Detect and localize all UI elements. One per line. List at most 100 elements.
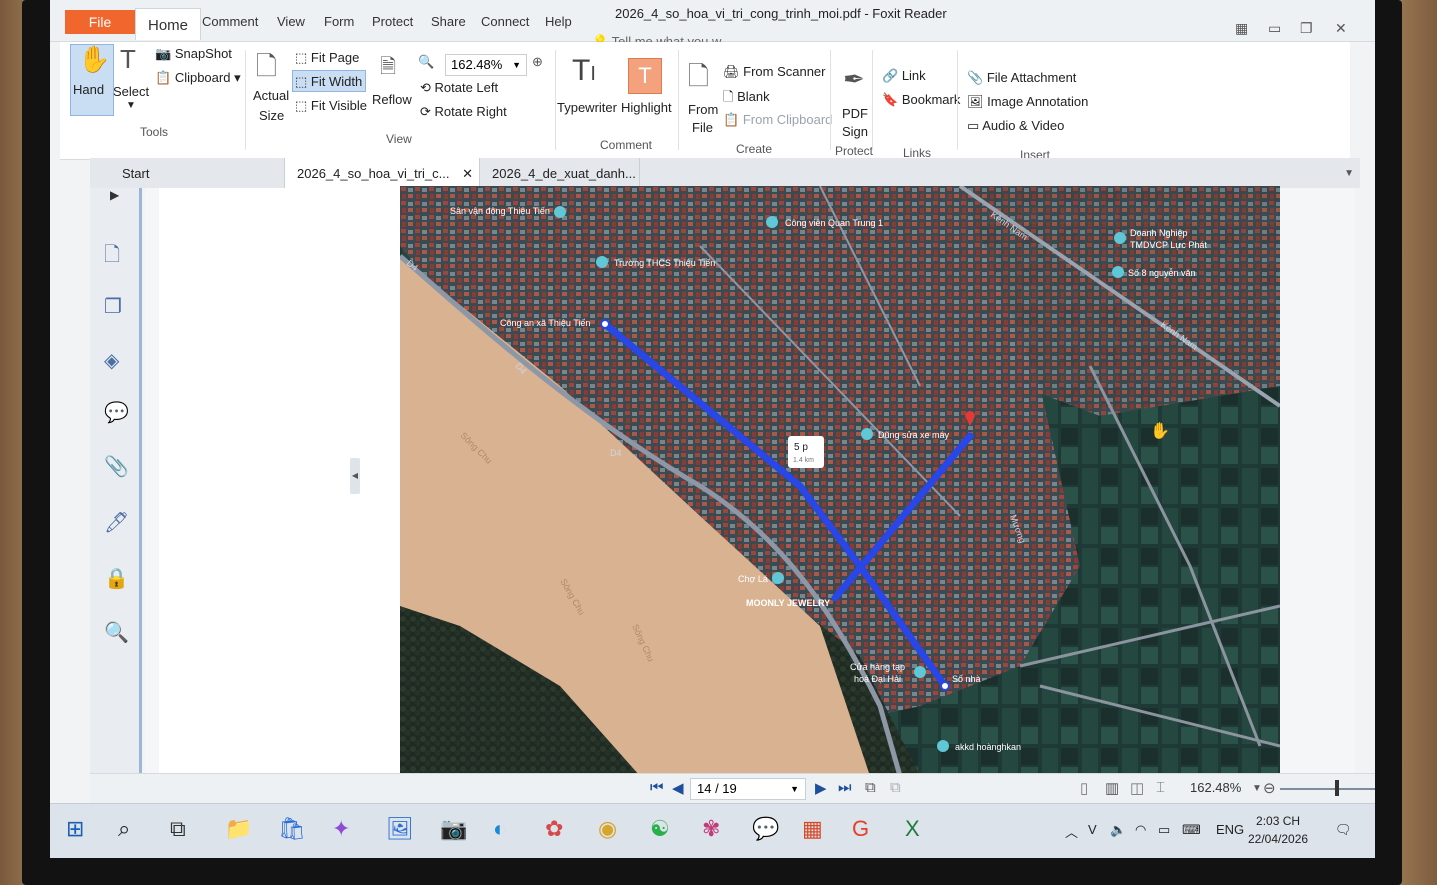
tab-protect[interactable]: Protect (372, 14, 413, 29)
snapshot-button[interactable]: 📷 SnapShot (155, 46, 232, 62)
notification-center-icon[interactable]: 🗨 (1335, 822, 1352, 838)
copilot-icon[interactable]: ✦ (332, 816, 350, 842)
battery-icon[interactable]: ▭ (1158, 822, 1170, 838)
comments-icon[interactable]: 💬 (104, 400, 129, 425)
last-page-icon[interactable]: ⏭ (838, 779, 852, 796)
keyboard-icon[interactable]: ⌨ (1182, 822, 1201, 838)
minimize-icon[interactable]: ▭ (1268, 20, 1281, 37)
from-file-button[interactable]: From (688, 102, 718, 117)
next-view-icon[interactable]: ⧉ (890, 779, 901, 796)
foxit-reader-icon[interactable]: G (852, 816, 869, 842)
doc-tab-second[interactable]: 2026_4_de_xuat_danh... (480, 158, 640, 188)
pdf-sign-button[interactable]: PDF (842, 106, 868, 121)
tab-share[interactable]: Share (431, 14, 466, 29)
close-window-icon[interactable]: ✕ (1335, 20, 1347, 37)
doc-tab-start[interactable]: Start (110, 158, 285, 188)
rotate-left-button[interactable]: ⟲ Rotate Left (420, 80, 498, 96)
excel-icon[interactable]: X (905, 816, 920, 842)
zoom-select[interactable]: 162.48% ▼ (445, 54, 527, 76)
file-explorer-icon[interactable]: 📁 (225, 816, 252, 842)
tab-form[interactable]: Form (324, 14, 354, 29)
document-view[interactable]: ◀ 5 p 1.4 km Sân vận động Thiệu Tiến Côn… (145, 186, 1355, 776)
pages-icon[interactable]: ❐ (104, 294, 122, 319)
from-clipboard-button[interactable]: 📋 From Clipboard (723, 112, 832, 128)
signature-icon[interactable]: 🖊 (104, 510, 129, 535)
typewriter-button[interactable]: Typewriter (557, 100, 617, 115)
store-icon[interactable]: 🛍 (278, 816, 306, 842)
select-button[interactable]: Select (113, 84, 149, 99)
zoom-dropdown-icon[interactable]: ▼ (1252, 783, 1262, 794)
page-thumbnail-icon[interactable]: 🗋 (104, 240, 120, 274)
image-annotation-label: Image Annotation (987, 94, 1089, 109)
continuous-page-icon[interactable]: ▥ (1105, 779, 1119, 797)
facing-page-icon[interactable]: ◫ (1130, 779, 1144, 797)
show-hidden-icons[interactable]: ︿ (1065, 822, 1078, 841)
tray-app-icon[interactable]: V (1088, 822, 1097, 837)
image-annotation-button[interactable]: 🖼 Image Annotation (967, 94, 1088, 110)
tab-comment[interactable]: Comment (202, 14, 258, 29)
hand-button[interactable]: Hand (73, 82, 104, 97)
layers-icon[interactable]: ◈ (104, 348, 119, 373)
status-zoom-value: 162.48% (1190, 780, 1242, 795)
rotate-right-button[interactable]: ⟳ Rotate Right (420, 104, 507, 120)
bookmark-button[interactable]: 🔖 Bookmark (882, 92, 960, 108)
search-panel-icon[interactable]: 🔍 (104, 620, 129, 645)
expand-panel-icon[interactable]: ▶ (110, 188, 119, 202)
highlight-button[interactable]: Highlight (621, 100, 672, 115)
tab-view[interactable]: View (277, 14, 305, 29)
search-icon[interactable]: ⌕ (118, 816, 130, 842)
previous-page-icon[interactable]: ◀ (672, 779, 684, 797)
security-lock-icon[interactable]: 🔒 (104, 566, 129, 591)
volume-icon[interactable]: 🔈 (1110, 822, 1126, 838)
restore-icon[interactable]: ❐ (1300, 20, 1313, 37)
app-icon[interactable]: ✿ (545, 816, 563, 842)
select-dropdown-icon[interactable]: ▼ (126, 100, 136, 111)
app-icon[interactable]: ▦ (802, 816, 823, 842)
close-tab-icon[interactable]: ✕ (462, 166, 473, 182)
file-tab[interactable]: File (65, 10, 135, 34)
clipboard-button[interactable]: 📋 Clipboard ▾ (155, 70, 241, 86)
task-view-icon[interactable]: ⧉ (170, 816, 186, 842)
actual-size-button[interactable]: Actual (253, 88, 289, 103)
zoom-out-icon[interactable]: 🔍 (418, 54, 434, 70)
tab-help[interactable]: Help (545, 14, 572, 29)
fit-width-button[interactable]: ⬚ Fit Width (295, 74, 362, 90)
input-language[interactable]: ENG (1216, 822, 1244, 837)
camera-icon[interactable]: 📷 (440, 816, 467, 842)
file-attachment-button[interactable]: 📎 File Attachment (967, 70, 1076, 86)
satellite-map[interactable]: 5 p 1.4 km Sân vận động Thiệu Tiến Công … (400, 186, 1280, 776)
collapse-panel-handle[interactable]: ◀ (350, 458, 360, 494)
single-page-icon[interactable]: ▯ (1080, 779, 1088, 797)
edge-browser-icon[interactable]: ◐ (493, 816, 506, 842)
tab-home[interactable]: Home (135, 8, 202, 40)
zoom-in-icon[interactable]: ⊕ (532, 54, 543, 70)
zoom-slider[interactable] (1280, 788, 1375, 790)
audio-video-button[interactable]: ▭ Audio & Video (967, 118, 1064, 134)
from-scanner-button[interactable]: 🖨 From Scanner (723, 64, 826, 80)
reflow-button[interactable]: Reflow (372, 92, 412, 107)
page-number-input[interactable]: 14 / 19 ▼ (690, 778, 806, 800)
zoom-slider-handle[interactable] (1335, 780, 1339, 796)
wifi-icon[interactable]: ◠ (1135, 822, 1146, 838)
zalo-icon[interactable]: 💬 (752, 816, 779, 842)
link-button[interactable]: 🔗 Link (882, 68, 926, 84)
app-icon[interactable]: ☯ (650, 816, 670, 842)
tab-connect[interactable]: Connect (481, 14, 529, 29)
fit-visible-button[interactable]: ⬚ Fit Visible (295, 98, 367, 114)
doc-tab-current[interactable]: 2026_4_so_hoa_vi_tri_c... ✕ (285, 158, 480, 188)
first-page-icon[interactable]: ⏮ (650, 779, 664, 796)
cover-page-icon[interactable]: ⌶ (1156, 779, 1165, 796)
start-windows-icon[interactable]: ⊞ (66, 816, 84, 842)
ribbon-options-icon[interactable]: ▦ (1235, 20, 1248, 37)
fit-page-button[interactable]: ⬚ Fit Page (295, 50, 359, 66)
app-icon[interactable]: ✾ (702, 816, 720, 842)
next-page-icon[interactable]: ▶ (815, 779, 827, 797)
chrome-icon[interactable]: ◉ (598, 816, 617, 842)
tab-list-dropdown-icon[interactable]: ▼ (1344, 168, 1354, 179)
attachments-icon[interactable]: 📎 (104, 454, 129, 479)
photos-icon[interactable]: 🖼 (386, 816, 414, 842)
clock[interactable]: 2:03 CH 22/04/2026 (1248, 812, 1308, 848)
previous-view-icon[interactable]: ⧉ (865, 779, 876, 796)
zoom-out-icon[interactable]: ⊖ (1263, 779, 1276, 797)
blank-button[interactable]: 🗋 Blank (723, 88, 770, 110)
